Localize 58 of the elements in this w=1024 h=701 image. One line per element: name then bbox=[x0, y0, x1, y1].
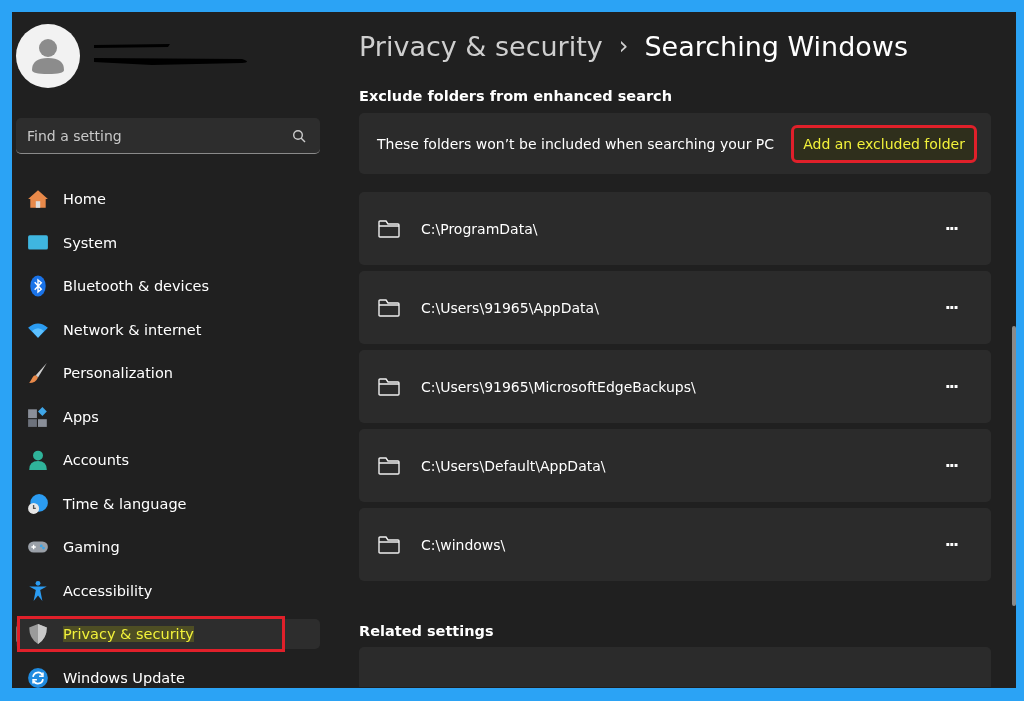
breadcrumb-separator: › bbox=[618, 32, 629, 60]
folder-icon bbox=[377, 455, 401, 476]
nav-label: Time & language bbox=[63, 495, 187, 512]
brush-icon bbox=[27, 362, 49, 384]
folder-path: C:\Users\Default\AppData\ bbox=[421, 457, 607, 474]
search-field[interactable]: Find a setting bbox=[16, 118, 320, 154]
search-icon bbox=[292, 129, 306, 143]
more-button[interactable]: ··· bbox=[940, 375, 961, 398]
nav-label: Network & internet bbox=[63, 321, 202, 338]
nav-item[interactable]: System bbox=[16, 227, 320, 258]
folder-icon bbox=[377, 297, 401, 318]
more-button[interactable]: ··· bbox=[940, 296, 961, 319]
nav-label: Home bbox=[63, 191, 106, 207]
apps-icon bbox=[27, 405, 49, 428]
more-button[interactable]: ··· bbox=[940, 217, 961, 240]
section-heading: Exclude folders from enhanced search bbox=[359, 88, 674, 104]
nav-label: Apps bbox=[63, 408, 99, 425]
description-text: These folders won’t be included when searching your PC bbox=[377, 135, 775, 152]
folder-path: C:\ProgramData\ bbox=[421, 220, 539, 237]
folder-icon bbox=[377, 534, 401, 555]
page-title: Searching Windows bbox=[644, 30, 908, 62]
section-heading: Related settings bbox=[359, 623, 495, 639]
folder-path: C:\windows\ bbox=[421, 536, 507, 553]
nav-label: Gaming bbox=[63, 539, 120, 555]
scrollbar[interactable] bbox=[1012, 326, 1016, 606]
sync-icon bbox=[27, 666, 49, 688]
breadcrumb-parent[interactable]: Privacy & security bbox=[359, 30, 603, 62]
nav-item[interactable]: Bluetooth & devices bbox=[16, 271, 320, 301]
house-icon bbox=[27, 188, 49, 210]
folder-path: C:\Users\91965\MicrosoftEdgeBackups\ bbox=[421, 378, 697, 395]
nav-item[interactable]: Privacy & security bbox=[16, 619, 320, 649]
avatar-icon bbox=[16, 24, 80, 88]
add-folder-button[interactable]: Add an excluded folder bbox=[793, 126, 975, 161]
more-button[interactable]: ··· bbox=[940, 533, 961, 556]
nav-item[interactable]: Accessibility bbox=[16, 575, 320, 606]
nav-label: Bluetooth & devices bbox=[63, 278, 210, 294]
nav-item[interactable]: Apps bbox=[16, 401, 320, 432]
nav-item[interactable]: Windows Update bbox=[16, 662, 320, 688]
nav-label: System bbox=[63, 234, 118, 251]
folder-icon bbox=[377, 218, 401, 239]
nav-item[interactable]: Accounts bbox=[16, 445, 320, 475]
nav-label: Accounts bbox=[63, 452, 130, 468]
nav-item[interactable]: Network & internet bbox=[16, 314, 320, 345]
nav-label: Windows Update bbox=[63, 669, 185, 686]
nav-item[interactable]: Gaming bbox=[16, 532, 320, 562]
shield-icon bbox=[27, 623, 49, 645]
nav-label: Accessibility bbox=[63, 582, 153, 599]
folder-icon bbox=[377, 376, 401, 397]
globe-clock-icon bbox=[27, 492, 49, 515]
nav-label: Privacy & security bbox=[63, 626, 194, 642]
nav-item[interactable]: Time & language bbox=[16, 488, 320, 519]
bluetooth-icon bbox=[27, 275, 49, 297]
person-icon bbox=[27, 449, 49, 471]
nav-item[interactable]: Home bbox=[16, 184, 320, 214]
more-button[interactable]: ··· bbox=[940, 454, 961, 477]
nav-label: Personalization bbox=[63, 365, 173, 381]
folder-path: C:\Users\91965\AppData\ bbox=[421, 299, 600, 316]
nav-item[interactable]: Personalization bbox=[16, 358, 320, 388]
